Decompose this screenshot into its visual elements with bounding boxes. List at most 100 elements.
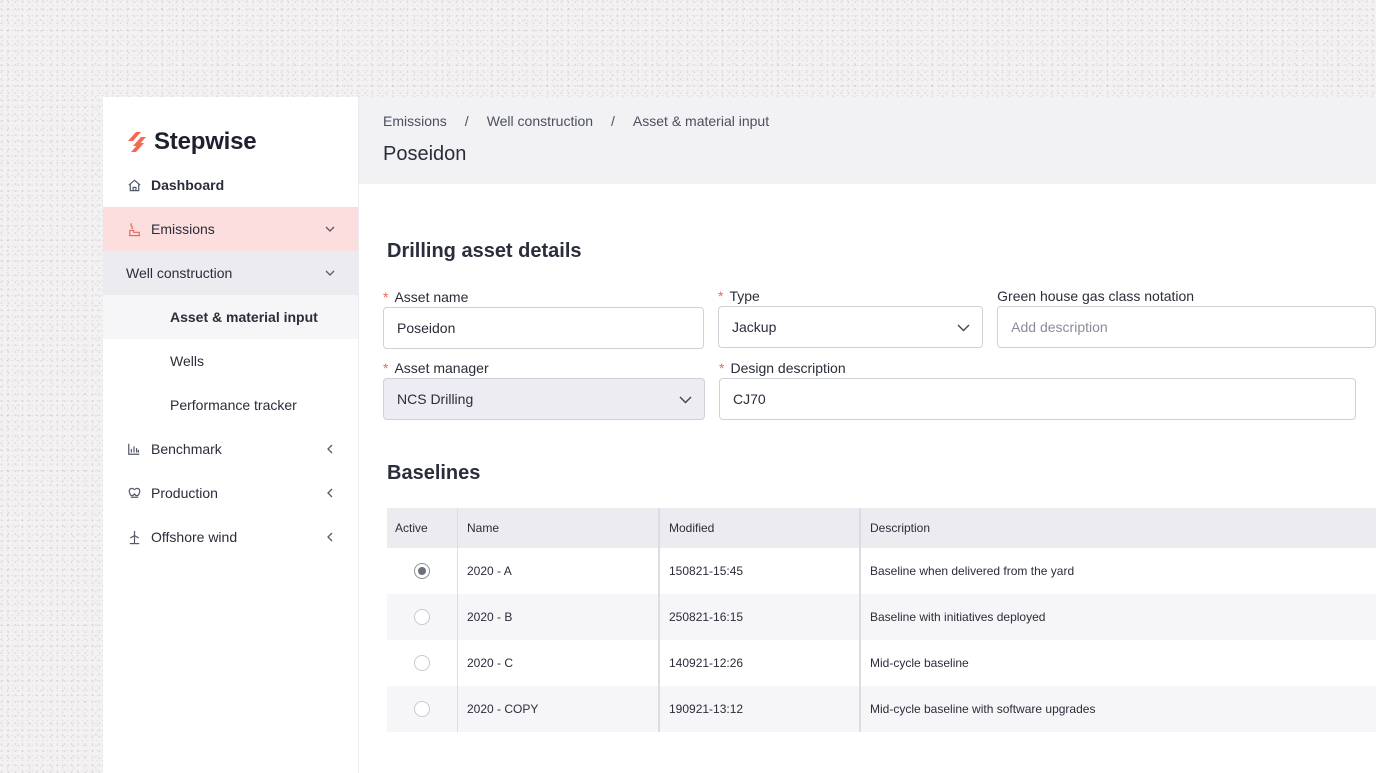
ghg-label: Green house gas class notation [997,286,1376,306]
table-row[interactable]: 2020 - COPY 190921-13:12 Mid-cycle basel… [387,686,1376,732]
asset-name-input[interactable]: Poseidon [383,307,704,349]
breadcrumb-well-construction[interactable]: Well construction [487,113,593,129]
chevron-left-icon [324,443,336,455]
name-cell: 2020 - COPY [457,686,658,732]
label-text: Asset manager [394,360,489,376]
chevron-down-icon [324,223,336,235]
production-icon [126,485,142,501]
sidebar-item-emissions[interactable]: Emissions [103,207,358,251]
table-row[interactable]: 2020 - C 140921-12:26 Mid-cycle baseline [387,640,1376,686]
bar-chart-icon [126,441,142,457]
active-cell [387,548,457,594]
breadcrumb-separator: / [611,113,615,129]
asset-content: Drilling asset details * Asset name Posei… [359,240,1376,732]
sidebar-item-label: Performance tracker [170,397,297,413]
sidebar-item-label: Production [151,485,218,501]
app-name: Stepwise [154,128,257,155]
sidebar-item-label: Well construction [126,265,233,281]
chevron-down-icon [679,391,692,407]
home-icon [126,177,142,193]
chevron-down-icon [324,267,336,279]
sidebar-item-label: Offshore wind [151,529,238,545]
active-radio[interactable] [414,655,430,671]
chevron-left-icon [324,531,336,543]
asset-name-field-group: * Asset name Poseidon [383,287,704,349]
modified-cell: 150821-15:45 [658,548,859,594]
logo[interactable]: Stepwise [103,97,358,155]
form-row-2: * Asset manager NCS Drilling * Design desc… [383,358,1376,420]
description-cell: Baseline with initiatives deployed [859,594,1376,640]
description-cell: Mid-cycle baseline with software upgrade… [859,686,1376,732]
sidebar-item-label: Wells [170,353,204,369]
label-text: Design description [730,360,846,376]
type-label: * Type [718,286,983,306]
name-cell: 2020 - A [457,548,658,594]
app-window: Stepwise Dashboard Emissions Well constr… [103,97,1376,773]
input-value: Poseidon [397,320,456,336]
section-title-baselines: Baselines [387,462,481,484]
description-cell: Baseline when delivered from the yard [859,548,1376,594]
sidebar-item-label: Emissions [151,221,215,237]
wind-turbine-icon [126,529,142,545]
input-value: CJ70 [733,391,766,407]
sidebar-item-label: Asset & material input [170,309,318,325]
column-header-description[interactable]: Description [859,508,1376,548]
sidebar-item-asset-material-input[interactable]: Asset & material input [103,295,358,339]
label-text: Asset name [394,289,469,305]
active-radio[interactable] [414,701,430,717]
table-row[interactable]: 2020 - A 150821-15:45 Baseline when deli… [387,548,1376,594]
type-select[interactable]: Jackup [718,306,984,348]
required-mark: * [718,288,724,304]
description-cell: Mid-cycle baseline [859,640,1376,686]
page-title: Poseidon [383,143,467,165]
page-header: Emissions / Well construction / Asset & … [359,97,1376,184]
active-cell [387,686,457,732]
sidebar-item-dashboard[interactable]: Dashboard [103,163,358,207]
modified-cell: 140921-12:26 [658,640,859,686]
chevron-left-icon [324,487,336,499]
sidebar-item-offshore-wind[interactable]: Offshore wind [103,515,358,559]
breadcrumb-separator: / [464,113,469,129]
ghg-input[interactable]: Add description [997,306,1376,348]
active-radio[interactable] [414,609,430,625]
column-header-name[interactable]: Name [457,508,658,548]
breadcrumb-emissions[interactable]: Emissions [383,113,447,129]
input-placeholder: Add description [1011,319,1108,335]
sidebar-item-label: Dashboard [151,177,225,193]
baselines-table: Active Name Modified Description 2020 - … [387,508,1376,732]
breadcrumb-asset-material-input[interactable]: Asset & material input [633,113,769,129]
design-description-label: * Design description [719,358,1356,378]
required-mark: * [383,289,389,305]
column-header-modified[interactable]: Modified [658,508,859,548]
table-row[interactable]: 2020 - B 250821-16:15 Baseline with init… [387,594,1376,640]
required-mark: * [383,360,389,376]
active-radio[interactable] [414,563,430,579]
main-content: Emissions / Well construction / Asset & … [359,97,1376,773]
sidebar: Stepwise Dashboard Emissions Well constr… [103,97,359,773]
active-cell [387,594,457,640]
factory-icon [126,221,142,237]
type-field-group: * Type Jackup [718,286,984,349]
chevron-down-icon [957,319,970,335]
ghg-field-group: Green house gas class notation Add descr… [997,287,1376,349]
required-mark: * [719,360,725,376]
column-header-active[interactable]: Active [387,508,457,548]
sidebar-item-well-construction[interactable]: Well construction [103,251,358,295]
sidebar-nav: Dashboard Emissions Well construction As… [103,163,358,559]
sidebar-item-benchmark[interactable]: Benchmark [103,427,358,471]
name-cell: 2020 - B [457,594,658,640]
modified-cell: 190921-13:12 [658,686,859,732]
table-header: Active Name Modified Description [387,508,1376,548]
asset-manager-select[interactable]: NCS Drilling [383,378,705,420]
sidebar-item-production[interactable]: Production [103,471,358,515]
label-text: Green house gas class notation [997,288,1195,304]
form-row-1: * Asset name Poseidon * Type Jackup Green … [383,287,1376,349]
sidebar-item-wells[interactable]: Wells [103,339,358,383]
section-title-drilling-asset: Drilling asset details [387,240,582,262]
design-description-input[interactable]: CJ70 [719,378,1356,420]
breadcrumb: Emissions / Well construction / Asset & … [383,97,1376,129]
asset-manager-label: * Asset manager [383,358,705,378]
select-value: Jackup [732,319,777,335]
sidebar-item-performance-tracker[interactable]: Performance tracker [103,383,358,427]
select-value: NCS Drilling [397,391,474,407]
